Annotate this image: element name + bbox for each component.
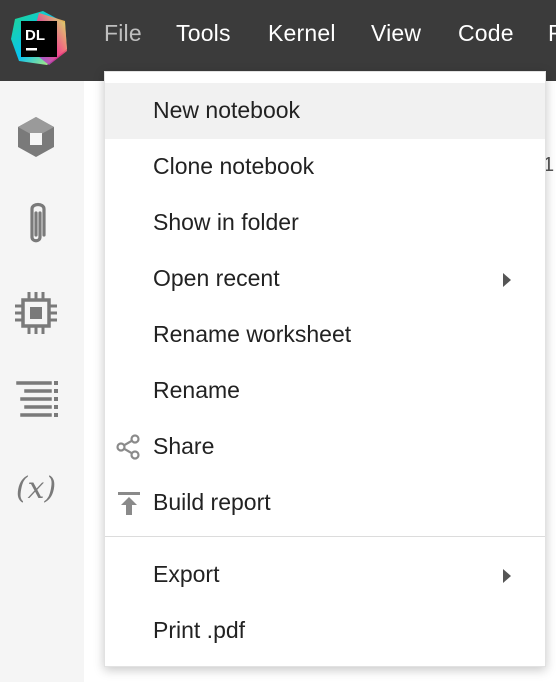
menu-new-notebook[interactable]: New notebook	[105, 83, 545, 139]
menu-clone-notebook[interactable]: Clone notebook	[105, 139, 545, 195]
upload-icon	[115, 489, 143, 517]
menu-item-label: Print .pdf	[153, 617, 246, 643]
menu-rename[interactable]: Rename	[105, 363, 545, 419]
menu-view[interactable]: View	[371, 20, 421, 47]
menu-file[interactable]: File	[104, 20, 142, 47]
chip-icon[interactable]	[10, 287, 62, 339]
menu-tools[interactable]: Tools	[176, 20, 231, 47]
cube-icon[interactable]	[10, 111, 62, 163]
menu-item-label: Rename worksheet	[153, 321, 352, 347]
logo-text: DL	[25, 27, 45, 44]
submenu-arrow-icon	[503, 569, 511, 583]
submenu-arrow-icon	[503, 273, 511, 287]
text-align-icon[interactable]	[10, 375, 62, 427]
menu-share[interactable]: Share	[105, 419, 545, 475]
menu-separator	[105, 536, 545, 537]
menu-rename-worksheet[interactable]: Rename worksheet	[105, 307, 545, 363]
menu-item-label: Clone notebook	[153, 153, 315, 179]
menu-item-label: Rename	[153, 377, 240, 403]
menu-print-pdf[interactable]: Print .pdf	[105, 603, 545, 659]
menu-item-label: Show in folder	[153, 209, 299, 235]
menu-item-label: Export	[153, 561, 220, 587]
menu-build-report[interactable]: Build report	[105, 475, 545, 531]
menu-open-recent[interactable]: Open recent	[105, 251, 545, 307]
menu-export[interactable]: Export	[105, 547, 545, 603]
menu-kernel[interactable]: Kernel	[268, 20, 336, 47]
paperclip-icon[interactable]	[10, 199, 62, 251]
menu-item-label: Open recent	[153, 265, 280, 291]
file-menu-dropdown: New notebook Clone notebook Show in fold…	[104, 71, 546, 667]
share-icon	[115, 433, 143, 461]
datalore-logo[interactable]: DL	[9, 9, 69, 67]
menubar: DL File Tools Kernel View Code F	[0, 0, 556, 81]
menu-item-label: Build report	[153, 489, 271, 515]
menu-item-label: Share	[153, 433, 215, 459]
menu-item-label: New notebook	[153, 97, 301, 123]
variables-label: (x)	[15, 471, 57, 506]
menu-code[interactable]: Code	[458, 20, 514, 47]
menu-show-in-folder[interactable]: Show in folder	[105, 195, 545, 251]
variables-icon[interactable]: (x)	[10, 463, 62, 515]
left-sidebar: (x)	[0, 81, 84, 682]
menu-truncated[interactable]: F	[548, 20, 556, 47]
